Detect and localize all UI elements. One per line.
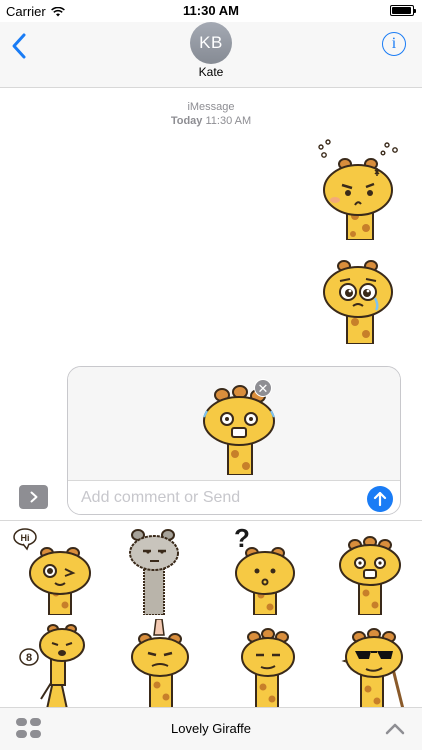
sticker-preview-area: ✕: [68, 367, 400, 480]
comment-input-field[interactable]: Add comment or Send: [68, 480, 400, 514]
sent-sticker-teary[interactable]: [313, 248, 403, 344]
sent-sticker-annoyed[interactable]: [311, 138, 403, 240]
send-button[interactable]: [367, 486, 393, 512]
status-time: 11:30 AM: [183, 3, 239, 18]
comment-placeholder[interactable]: Add comment or Send: [81, 489, 240, 507]
shock-sticker: [338, 535, 401, 615]
sticker-tile-poked-annoyed[interactable]: [105, 617, 210, 707]
sticker-tile-shock[interactable]: [316, 521, 421, 616]
sticker-tile-smug[interactable]: [211, 617, 316, 707]
sticker-tile-crying-8[interactable]: 8: [0, 617, 105, 707]
sunglasses-sticker: [340, 627, 404, 707]
contact-name[interactable]: Kate: [0, 65, 422, 79]
poked-annoyed-sticker: [130, 618, 189, 707]
sticker-pack-name: Lovely Giraffe: [171, 721, 251, 736]
contact-avatar[interactable]: KB: [190, 22, 232, 64]
ostrich-stare-sticker: [128, 528, 179, 615]
sticker-tile-question[interactable]: ?: [211, 521, 316, 616]
wink-hi-sticker: Hi: [12, 527, 91, 615]
crying-8-sticker: 8: [18, 623, 85, 707]
status-right: [390, 5, 416, 16]
expand-apps-button[interactable]: [19, 485, 48, 509]
question-sticker: ?: [234, 523, 295, 615]
sticker-drawer: Hi ? 8: [0, 520, 422, 707]
battery-icon: [390, 5, 416, 16]
smug-sticker: [240, 627, 295, 707]
sticker-tile-wink-hi[interactable]: Hi: [0, 521, 105, 616]
arrow-up-icon: [373, 491, 387, 507]
app-drawer-bar: Lovely Giraffe: [0, 707, 422, 750]
service-label: iMessage: [187, 101, 235, 113]
status-bar: Carrier 11:30 AM: [0, 0, 422, 22]
timestamp-time: 11:30 AM: [205, 115, 252, 127]
sticker-tile-sunglasses[interactable]: [316, 617, 421, 707]
info-icon[interactable]: i: [382, 32, 406, 56]
chevron-up-icon[interactable]: [384, 720, 406, 736]
message-timestamp: Today 11:30 AM: [0, 115, 422, 127]
staged-sticker-shocked: [203, 385, 275, 475]
bubble-8-text: 8: [25, 652, 31, 664]
chevron-right-icon: [30, 491, 37, 503]
back-chevron-icon[interactable]: [10, 32, 30, 60]
timestamp-day: Today: [170, 115, 203, 127]
remove-sticker-button[interactable]: ✕: [254, 379, 272, 397]
conversation-header: KB Kate i: [0, 22, 422, 88]
message-composer: ✕ Add comment or Send: [67, 366, 401, 515]
messages-screen: Carrier 11:30 AM KB Kate i iMessage Toda…: [0, 0, 422, 750]
sticker-tile-ostrich-stare[interactable]: [105, 521, 210, 616]
hi-bubble-text: Hi: [20, 533, 29, 543]
